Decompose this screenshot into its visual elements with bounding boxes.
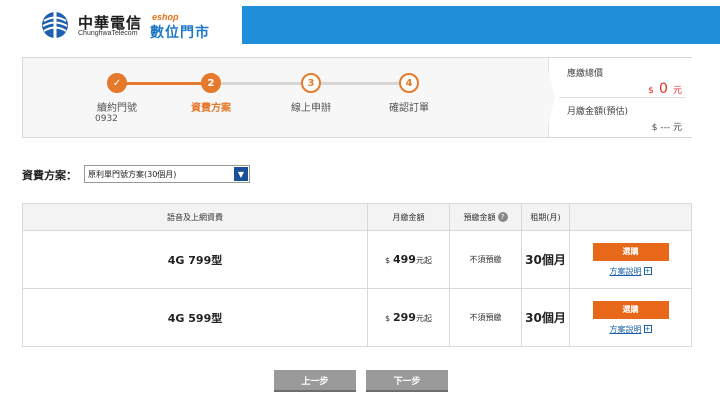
table-row: 4G 799型 $ 499元起 不須預繳 30個月 選購 方案說明 +	[22, 230, 692, 289]
prev-step-button[interactable]: 上一步	[274, 370, 356, 392]
summary-arrow	[545, 58, 555, 137]
summary-divider	[559, 97, 686, 98]
deposit-cell: 不須預繳	[449, 288, 522, 347]
site-header: 中華電信 ChunghwaTelecom eshop 數位門市	[0, 0, 720, 46]
step-3-circle: 3	[301, 73, 321, 93]
table-header-row: 語音及上網資費 月繳金額 預繳金額? 租期(月)	[22, 203, 692, 231]
plan-name: 4G 799型	[167, 253, 223, 267]
total-value: $ 0 元	[648, 78, 682, 97]
step-4-label: 確認訂單	[389, 103, 429, 114]
phone-number: 0932	[95, 114, 118, 124]
column-header: 租期(月)	[521, 203, 570, 231]
plan-detail-label: 方案說明	[609, 266, 642, 276]
price-value: 499	[393, 253, 416, 266]
total-amount: 0	[658, 81, 668, 97]
price-unit: 元起	[415, 314, 432, 323]
plan-name-cell: 4G 799型	[22, 230, 368, 289]
help-icon[interactable]: ?	[497, 212, 508, 222]
price-currency: $	[385, 314, 391, 323]
column-header: 預繳金額?	[449, 203, 522, 231]
plan-detail-link[interactable]: 方案說明 +	[610, 266, 652, 277]
term-value: 30個月	[525, 253, 566, 267]
logo-area[interactable]: 中華電信 ChunghwaTelecom eshop 數位門市	[0, 0, 242, 46]
chevron-down-icon[interactable]: ▼	[234, 167, 248, 181]
term-value: 30個月	[525, 311, 566, 325]
eshop-label: eshop	[152, 12, 179, 22]
plan-detail-label: 方案說明	[609, 324, 642, 334]
monthly-value: $ --- 元	[651, 123, 682, 133]
step-2-label: 資費方案	[191, 103, 231, 114]
step-1-label: 續約門號	[97, 103, 137, 114]
progress-box: ✓ 續約門號 0932 2 資費方案 3 線上申辦 4 確認訂單 應繳總價 $ …	[22, 57, 692, 138]
plan-select[interactable]: 原利單門號方案(30個月) ▼	[84, 165, 250, 183]
select-plan-button[interactable]: 選購	[592, 300, 669, 319]
action-cell: 選購 方案說明 +	[569, 230, 692, 289]
step-connector	[117, 82, 211, 85]
price-unit: 元起	[415, 256, 432, 265]
deposit-value: 不須預繳	[469, 313, 502, 322]
plans-table: 語音及上網資費 月繳金額 預繳金額? 租期(月) 4G 799型 $ 499元起…	[22, 203, 692, 347]
step-1-check-icon: ✓	[107, 73, 127, 93]
header-bar	[242, 6, 720, 44]
price-value: 299	[393, 311, 416, 324]
brand-name-en: ChunghwaTelecom	[78, 30, 138, 37]
total-label: 應繳總價	[567, 69, 604, 79]
next-step-button[interactable]: 下一步	[366, 370, 448, 392]
step-4-circle: 4	[399, 73, 419, 93]
step-3-label: 線上申辦	[291, 103, 331, 114]
column-header: 語音及上網資費	[22, 203, 368, 231]
column-header	[569, 203, 692, 231]
chunghwa-logo-icon	[42, 12, 68, 38]
price-cell: $ 499元起	[367, 230, 450, 289]
step-2-circle: 2	[201, 73, 221, 93]
eshop-title: 數位門市	[150, 25, 210, 41]
plan-detail-link[interactable]: 方案說明 +	[610, 324, 652, 335]
plan-name-cell: 4G 599型	[22, 288, 368, 347]
plus-icon: +	[643, 325, 652, 333]
order-summary: 應繳總價 $ 0 元 月繳金額(預估) $ --- 元	[548, 58, 692, 137]
total-unit: 元	[672, 86, 682, 96]
column-header-label: 預繳金額	[463, 212, 496, 222]
deposit-cell: 不須預繳	[449, 230, 522, 289]
price-currency: $	[385, 256, 391, 265]
plus-icon: +	[643, 267, 652, 275]
plan-select-label: 資費方案：	[22, 169, 77, 182]
total-currency: $	[648, 86, 654, 96]
plan-select-value: 原利單門號方案(30個月)	[88, 170, 177, 179]
select-plan-button[interactable]: 選購	[592, 242, 669, 261]
plan-name: 4G 599型	[167, 311, 223, 325]
table-row: 4G 599型 $ 299元起 不須預繳 30個月 選購 方案說明 +	[22, 288, 692, 347]
price-cell: $ 299元起	[367, 288, 450, 347]
monthly-label: 月繳金額(預估)	[567, 107, 629, 117]
term-cell: 30個月	[521, 230, 570, 289]
steps-area: ✓ 續約門號 0932 2 資費方案 3 線上申辦 4 確認訂單	[23, 58, 548, 137]
action-cell: 選購 方案說明 +	[569, 288, 692, 347]
column-header: 月繳金額	[367, 203, 450, 231]
deposit-value: 不須預繳	[469, 255, 502, 264]
term-cell: 30個月	[521, 288, 570, 347]
